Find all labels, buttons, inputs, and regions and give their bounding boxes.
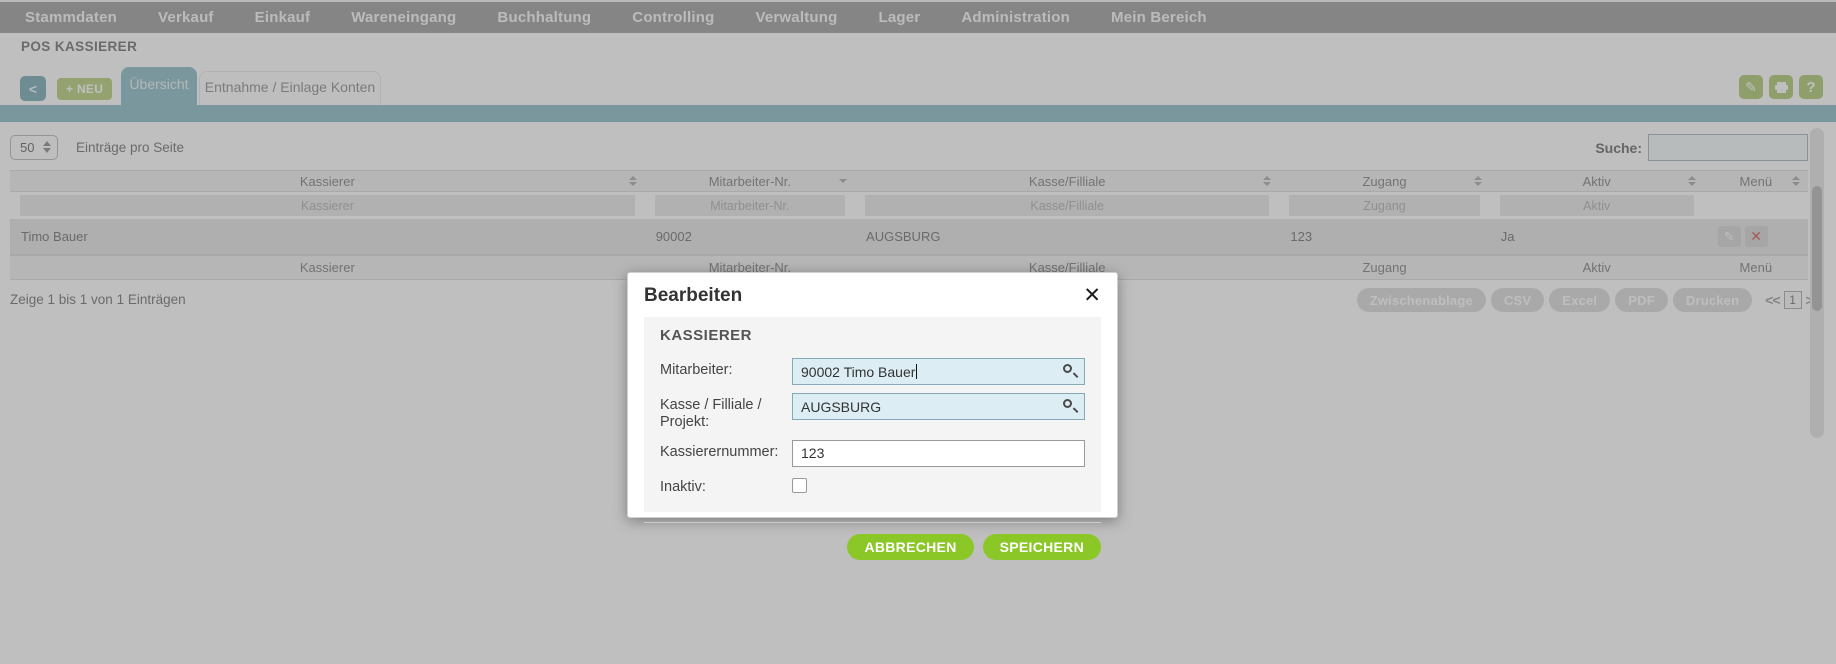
kassierernummer-label: Kassierernummer: [660, 440, 792, 467]
save-button[interactable]: SPEICHERN [983, 534, 1101, 560]
dialog-title: Bearbeiten [644, 285, 742, 307]
search-icon[interactable] [1063, 399, 1077, 413]
cancel-button[interactable]: ABBRECHEN [847, 534, 973, 560]
dialog-divider [644, 522, 1101, 523]
kassierernummer-field[interactable] [792, 440, 1085, 467]
kasse-filliale-projekt-label: Kasse / Filliale / Projekt: [660, 393, 792, 432]
text-caret [916, 364, 917, 379]
close-icon[interactable]: ✕ [1083, 285, 1101, 306]
mitarbeiter-label: Mitarbeiter: [660, 358, 792, 385]
section-title: KASSIERER [660, 327, 1085, 344]
kasse-filliale-projekt-field[interactable]: AUGSBURG [792, 393, 1085, 420]
inaktiv-checkbox[interactable] [792, 478, 807, 493]
edit-dialog: Bearbeiten ✕ KASSIERER Mitarbeiter: 9000… [627, 272, 1118, 518]
search-icon[interactable] [1063, 364, 1077, 378]
mitarbeiter-field[interactable]: 90002 Timo Bauer [792, 358, 1085, 385]
inaktiv-label: Inaktiv: [660, 475, 792, 498]
